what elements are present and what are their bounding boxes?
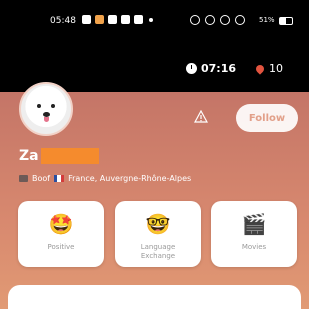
clapperboard-icon: 🎬 xyxy=(241,212,267,236)
system-icons xyxy=(190,15,245,25)
profile-name-row: Za xyxy=(19,148,99,164)
card-label: Positive xyxy=(47,243,75,251)
profile-location: France, Auvergne-Rhône-Alpes xyxy=(68,174,192,183)
signal-icon xyxy=(235,15,245,25)
name-redaction xyxy=(40,148,99,164)
alarm-icon xyxy=(190,15,200,25)
battery-percent: 51% xyxy=(259,16,275,24)
follow-button[interactable]: Follow xyxy=(236,104,298,132)
dog-eye-left xyxy=(37,104,41,108)
interest-card-movies[interactable]: 🎬 Movies xyxy=(211,201,297,267)
vibrate-icon xyxy=(205,15,215,25)
profile-name: Za xyxy=(19,148,39,164)
france-flag-icon xyxy=(54,175,65,182)
interest-card-positive[interactable]: 🤩 Positive xyxy=(18,201,104,267)
profile-meta: Boof France, Auvergne-Rhône-Alpes xyxy=(19,174,191,183)
timer-value: 07:16 xyxy=(201,62,237,75)
app-notification-icon xyxy=(95,15,104,24)
discord-icon xyxy=(134,15,143,24)
dog-eye-right xyxy=(51,104,55,108)
interest-card-language-exchange[interactable]: 🤓 Language Exchange xyxy=(115,201,201,267)
clock-icon xyxy=(186,63,197,74)
dog-tongue xyxy=(44,117,49,122)
timer[interactable]: 07:16 xyxy=(186,62,236,75)
notification-icons xyxy=(82,15,153,24)
warning-icon[interactable] xyxy=(194,110,208,124)
more-dot-icon xyxy=(149,17,153,22)
battery-icon xyxy=(279,17,293,25)
twitter-icon xyxy=(108,15,117,24)
count-value: 10 xyxy=(269,62,283,75)
status-bar: 05:48 51% xyxy=(0,0,309,40)
card-label: Movies xyxy=(241,243,267,251)
star-struck-icon: 🤩 xyxy=(48,212,74,236)
briefcase-icon xyxy=(19,175,28,182)
notification-icon xyxy=(121,15,130,24)
pin-icon xyxy=(254,62,266,75)
send-icon xyxy=(82,15,91,24)
bottom-sheet xyxy=(8,285,301,315)
profile-job: Boof xyxy=(32,174,51,183)
wifi-icon xyxy=(220,15,230,25)
nerd-face-icon: 🤓 xyxy=(145,212,171,236)
status-time: 05:48 xyxy=(50,16,76,26)
avatar[interactable] xyxy=(19,82,73,136)
card-label: Language Exchange xyxy=(140,243,176,260)
location-count[interactable]: 10 xyxy=(254,62,283,75)
